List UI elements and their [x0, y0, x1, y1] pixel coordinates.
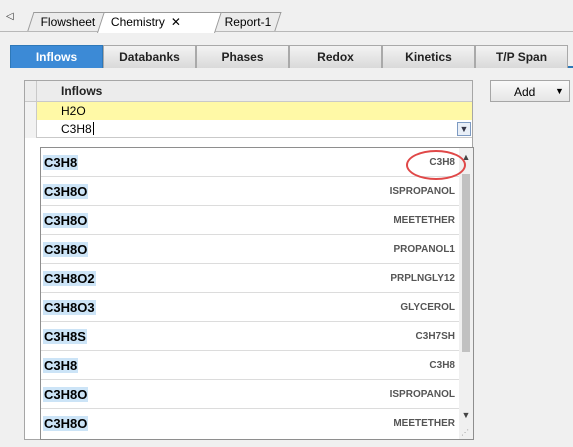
- document-tab-bar: ◁ Flowsheet Chemistry ✕ Report-1: [0, 0, 573, 34]
- close-tab-icon[interactable]: ✕: [171, 15, 181, 29]
- chevron-down-icon: ▼: [459, 124, 469, 134]
- scrollbar-thumb[interactable]: [462, 174, 470, 352]
- inflow-edit-text: C3H8: [61, 122, 92, 136]
- tab-scroll-left-icon[interactable]: ◁: [6, 11, 14, 22]
- list-item[interactable]: C3H8O MEETETHER: [41, 206, 459, 235]
- grid-header: Inflows: [25, 81, 472, 102]
- row-gutter[interactable]: [25, 120, 37, 138]
- tab-flowsheet[interactable]: Flowsheet: [27, 12, 108, 32]
- add-button[interactable]: Add ▼: [490, 80, 570, 102]
- item-component-name: ISPROPANOL: [389, 389, 455, 400]
- item-component-name: C3H7SH: [415, 331, 455, 342]
- list-item[interactable]: C3H8 C3H8: [41, 148, 459, 177]
- item-formula: C3H8: [43, 155, 79, 170]
- item-component-name: PROPANOL1: [393, 244, 456, 255]
- chevron-down-icon[interactable]: ▼: [555, 86, 564, 96]
- grid-header-title: Inflows: [61, 84, 103, 98]
- tab-chemistry[interactable]: Chemistry ✕: [97, 12, 222, 33]
- item-formula: C3H8O: [43, 213, 89, 228]
- component-suggestion-list: C3H8 C3H8 C3H8O ISPROPANOL C3H8O MEETETH…: [40, 147, 474, 440]
- item-formula: C3H8O2: [43, 271, 96, 286]
- item-formula: C3H8: [43, 358, 79, 373]
- item-component-name: ISPROPANOL: [389, 186, 455, 197]
- list-item[interactable]: C3H8 C3H8: [41, 351, 459, 380]
- item-formula: C3H8O: [43, 387, 89, 402]
- tab-redox[interactable]: Redox: [289, 45, 382, 68]
- inflow-value: H2O: [61, 104, 86, 118]
- inflow-edit-field[interactable]: C3H8: [61, 122, 94, 136]
- dropdown-toggle-button[interactable]: ▼: [457, 122, 471, 136]
- list-scrollbar[interactable]: ▲ ▼: [459, 148, 473, 439]
- item-component-name: PRPLNGLY12: [390, 273, 455, 284]
- item-formula: C3H8O3: [43, 300, 96, 315]
- item-component-name: MEETETHER: [393, 215, 455, 226]
- list-item[interactable]: C3H8S C3H7SH: [41, 322, 459, 351]
- row-gutter[interactable]: [25, 102, 37, 120]
- tab-kinetics[interactable]: Kinetics: [382, 45, 475, 68]
- resize-grip-icon[interactable]: ⋰: [461, 428, 469, 437]
- list-item[interactable]: C3H8O3 GLYCEROL: [41, 293, 459, 322]
- item-formula: C3H8O: [43, 416, 89, 431]
- list-item[interactable]: C3H8O2 PRPLNGLY12: [41, 264, 459, 293]
- tab-databanks[interactable]: Databanks: [103, 45, 196, 68]
- list-item[interactable]: C3H8O ISPROPANOL: [41, 177, 459, 206]
- tab-bar-divider: [0, 31, 573, 32]
- tab-tp-span[interactable]: T/P Span: [475, 45, 568, 68]
- list-item[interactable]: C3H8O PROPANOL1: [41, 235, 459, 264]
- tab-report-1-label: Report-1: [224, 15, 272, 29]
- chemistry-sub-tabs: Inflows Databanks Phases Redox Kinetics …: [10, 45, 573, 68]
- list-item[interactable]: C3H8O MEETETHER: [41, 409, 459, 438]
- tab-flowsheet-label: Flowsheet: [40, 15, 96, 29]
- item-component-name: GLYCEROL: [400, 302, 455, 313]
- add-button-label: Add: [514, 85, 536, 99]
- tab-report-1[interactable]: Report-1: [211, 12, 282, 32]
- item-formula: C3H8S: [43, 329, 87, 344]
- tab-phases[interactable]: Phases: [196, 45, 289, 68]
- tab-inflows[interactable]: Inflows: [10, 45, 103, 68]
- annotation-circle: [406, 150, 466, 180]
- scroll-down-icon[interactable]: ▼: [459, 410, 473, 420]
- item-component-name: MEETETHER: [393, 418, 455, 429]
- tab-chemistry-label: Chemistry: [110, 15, 165, 29]
- list-item[interactable]: C3H8O ISPROPANOL: [41, 380, 459, 409]
- text-caret: [92, 122, 94, 135]
- grid-row-editing[interactable]: C3H8 ▼: [25, 120, 472, 138]
- grid-row-h2o[interactable]: H2O: [25, 102, 472, 120]
- item-formula: C3H8O: [43, 242, 89, 257]
- item-formula: C3H8O: [43, 184, 89, 199]
- row-gutter: [25, 81, 37, 102]
- item-component-name: C3H8: [429, 360, 455, 371]
